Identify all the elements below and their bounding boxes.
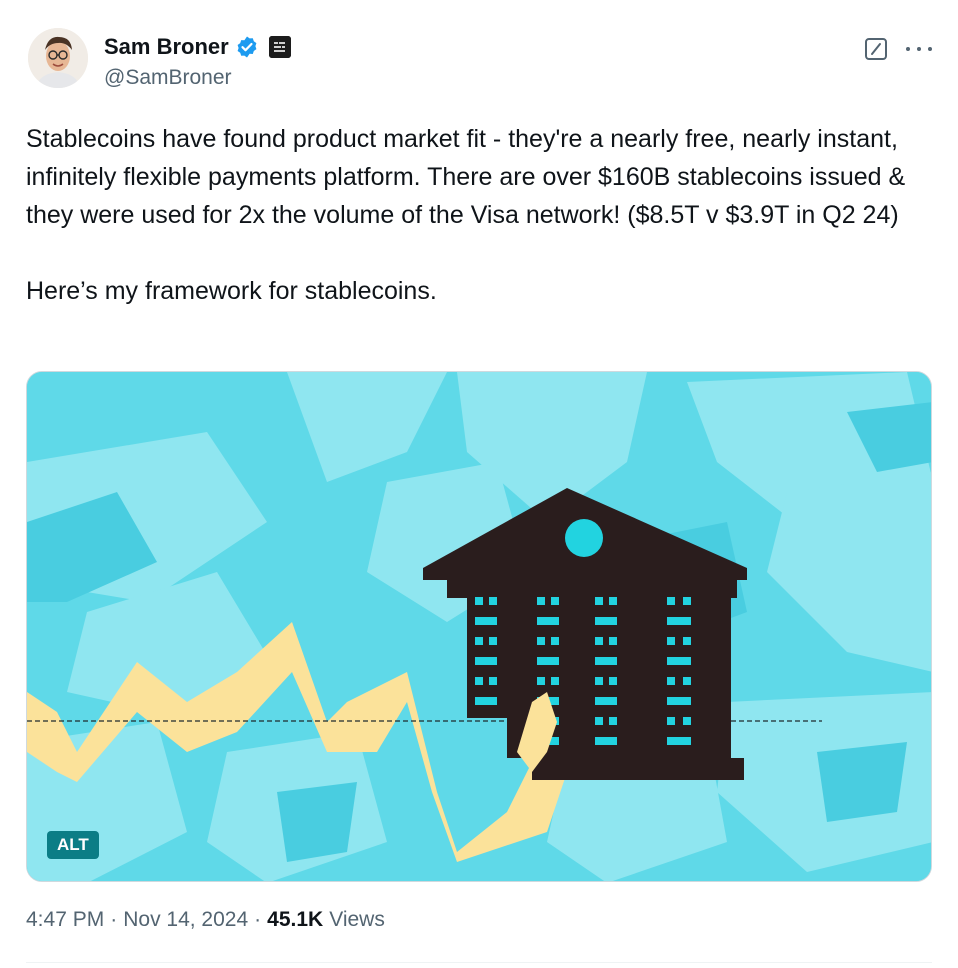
tweet: Sam Broner @SamBroner Stablecoins have f… (0, 0, 958, 968)
meta-separator: · (110, 908, 118, 931)
views-count[interactable]: 45.1K (267, 908, 323, 932)
avatar[interactable] (28, 28, 88, 88)
illustration (27, 372, 931, 881)
top-actions (864, 36, 932, 62)
divider (26, 962, 932, 963)
post-text: Stablecoins have found product market fi… (26, 120, 926, 310)
post-paragraph-1: Stablecoins have found product market fi… (26, 125, 913, 229)
affiliation-badge-icon[interactable] (268, 36, 291, 58)
more-options-icon[interactable] (906, 36, 932, 62)
alt-text-button[interactable]: ALT (47, 831, 99, 859)
post-date[interactable]: Nov 14, 2024 (123, 908, 248, 932)
post-time[interactable]: 4:47 PM (26, 908, 104, 932)
author-handle[interactable]: @SamBroner (104, 66, 232, 90)
post-meta: 4:47 PM · Nov 14, 2024 · 45.1K Views (26, 908, 385, 932)
grok-icon[interactable] (864, 37, 888, 61)
verified-badge-icon[interactable] (235, 35, 259, 59)
post-paragraph-2: Here’s my framework for stablecoins. (26, 277, 437, 305)
meta-separator: · (254, 908, 262, 931)
views-label[interactable]: Views (329, 908, 385, 932)
author-name[interactable]: Sam Broner (104, 34, 229, 60)
author-name-row: Sam Broner (104, 31, 291, 63)
post-image[interactable]: ALT (26, 371, 932, 882)
